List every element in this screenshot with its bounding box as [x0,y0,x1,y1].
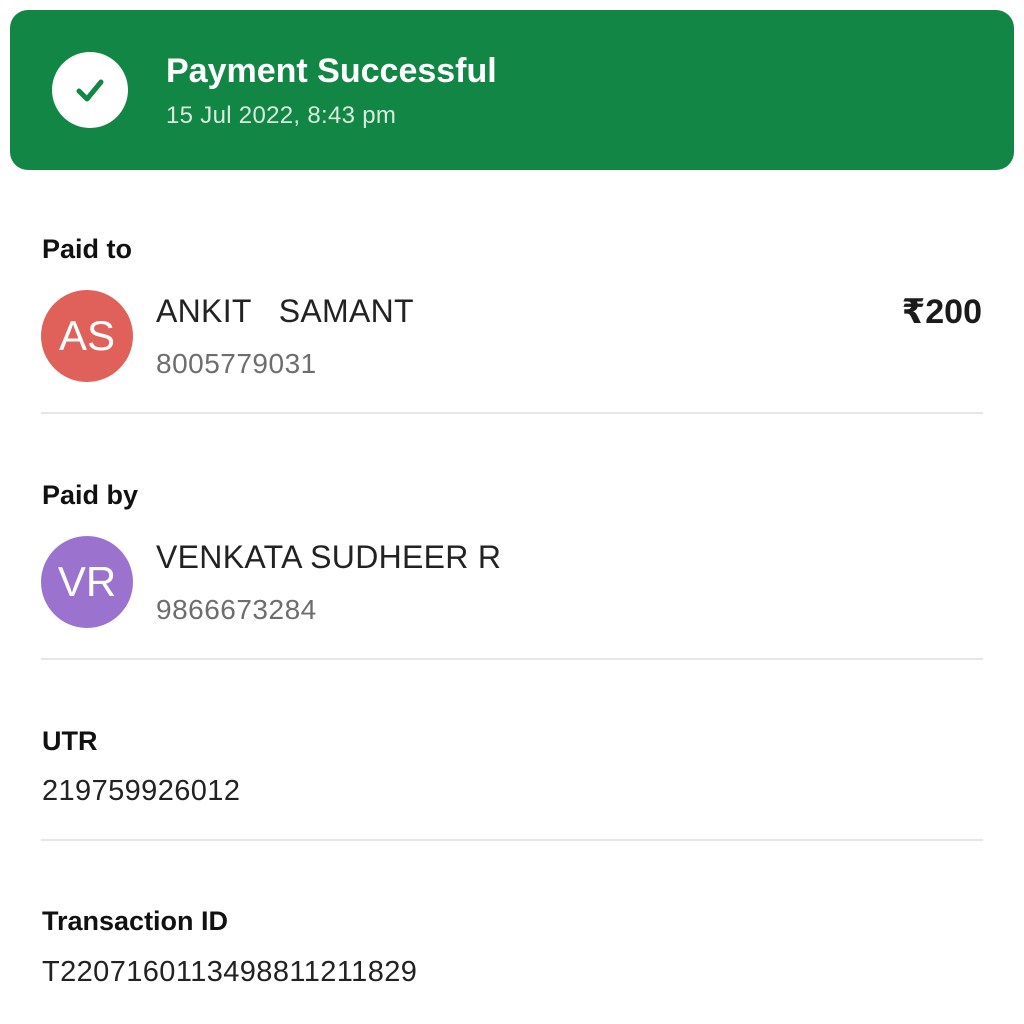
payee-phone: 8005779031 [156,348,317,379]
payment-status-title: Payment Successful [166,52,497,90]
success-check-badge [52,52,128,128]
utr-value: 219759926012 [42,775,241,807]
transaction-id-label: Transaction ID [42,906,229,936]
payer-name: VENKATA SUDHEER R [156,539,502,575]
payer-phone: 9866673284 [156,594,317,625]
payee-avatar: AS [41,290,133,382]
payer-avatar: VR [41,536,133,628]
payment-status-banner: Payment Successful 15 Jul 2022, 8:43 pm [10,10,1014,170]
divider [41,839,983,841]
utr-label: UTR [42,726,98,756]
payment-datetime: 15 Jul 2022, 8:43 pm [166,102,397,129]
divider [41,412,983,414]
checkmark-icon [76,79,104,102]
paid-by-label: Paid by [42,480,139,510]
payee-name: ANKIT SAMANT [156,293,414,329]
transaction-id-value: T2207160113498811211829 [42,956,418,988]
divider [41,658,983,660]
paid-to-label: Paid to [42,234,133,264]
payment-amount: ₹200 [901,293,982,331]
